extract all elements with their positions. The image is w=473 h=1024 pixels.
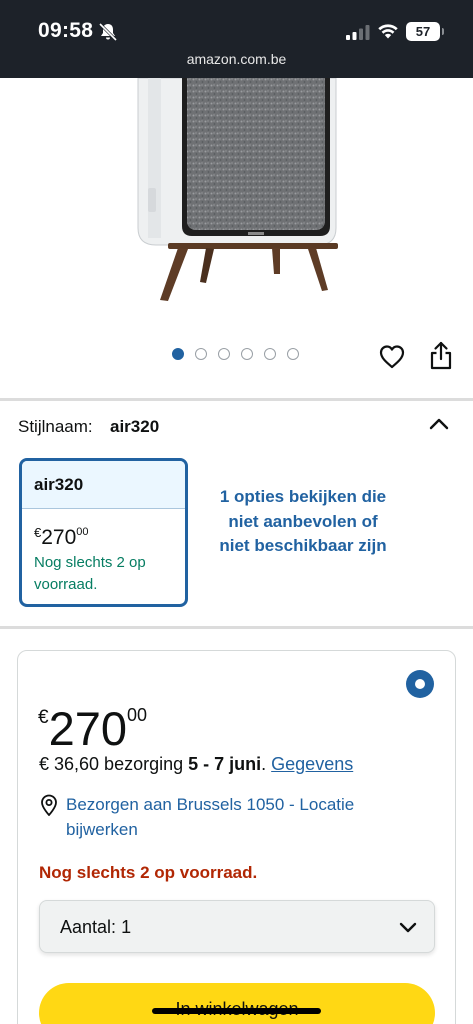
style-label: Stijlnaam: — [18, 417, 93, 436]
chevron-up-icon[interactable] — [428, 415, 450, 433]
clock: 09:58 — [38, 19, 94, 42]
style-selector-header[interactable]: Stijlnaam: air320 — [18, 415, 458, 441]
carousel-dot[interactable] — [218, 348, 230, 360]
url-bar[interactable]: amazon.com.be — [0, 51, 473, 67]
battery-icon: 57 — [406, 22, 444, 41]
style-value: air320 — [110, 417, 160, 436]
carousel-dot[interactable] — [264, 348, 276, 360]
section-divider — [0, 398, 473, 401]
offer-radio-button[interactable] — [406, 670, 434, 698]
chevron-down-icon — [399, 922, 417, 933]
home-indicator[interactable] — [152, 1008, 321, 1014]
signal-icon — [346, 25, 370, 40]
delivery-details-link[interactable]: Gegevens — [271, 754, 353, 774]
share-icon[interactable] — [428, 341, 454, 371]
delivery-location-link[interactable]: Bezorgen aan Brussels 1050 - Locatie bij… — [66, 793, 406, 842]
carousel-dot[interactable] — [287, 348, 299, 360]
bell-slash-icon — [98, 22, 118, 42]
stock-warning: Nog slechts 2 op voorraad. — [39, 863, 258, 882]
price-whole: 270 — [48, 702, 127, 755]
main-price: €27000 — [38, 689, 147, 755]
carousel-dot[interactable] — [195, 348, 207, 360]
add-to-cart-button[interactable]: In winkelwagen — [39, 983, 435, 1024]
carousel-dot[interactable] — [241, 348, 253, 360]
view-more-options-link[interactable]: 1 opties bekijken die niet aanbevolen of… — [213, 485, 393, 559]
buy-box: €27000 € 36,60 bezorging 5 - 7 juni. Geg… — [17, 650, 456, 1024]
location-pin-icon — [41, 794, 57, 816]
style-option-stock: Nog slechts 2 op voorraad. — [34, 554, 146, 593]
heart-icon[interactable] — [378, 343, 406, 371]
price-fraction: 00 — [127, 705, 148, 725]
price-fraction: 00 — [76, 526, 89, 538]
style-option-price: €27000 — [34, 525, 89, 550]
delivery-dates: 5 - 7 juni — [188, 754, 262, 774]
delivery-separator: . — [261, 754, 272, 774]
image-carousel-dots — [172, 348, 299, 362]
carousel-dot[interactable] — [172, 348, 184, 360]
wifi-icon — [378, 24, 398, 39]
currency-symbol: € — [38, 707, 49, 728]
delivery-info: € 36,60 bezorging 5 - 7 juni. Gegevens — [39, 754, 353, 775]
quantity-select[interactable]: Aantal: 1 — [39, 900, 435, 953]
quantity-value: 1 — [121, 917, 132, 937]
status-bar: 09:58 57 amazon.com.be — [0, 0, 473, 78]
quantity-label: Aantal: 1 — [60, 917, 132, 937]
product-image[interactable] — [120, 78, 350, 308]
delivery-cost: € 36,60 bezorging — [39, 754, 189, 774]
price-whole: 270 — [41, 526, 77, 549]
style-option-card[interactable]: air320 €27000 Nog slechts 2 op voorraad. — [19, 458, 188, 607]
section-divider — [0, 626, 473, 629]
style-option-name: air320 — [22, 461, 185, 509]
